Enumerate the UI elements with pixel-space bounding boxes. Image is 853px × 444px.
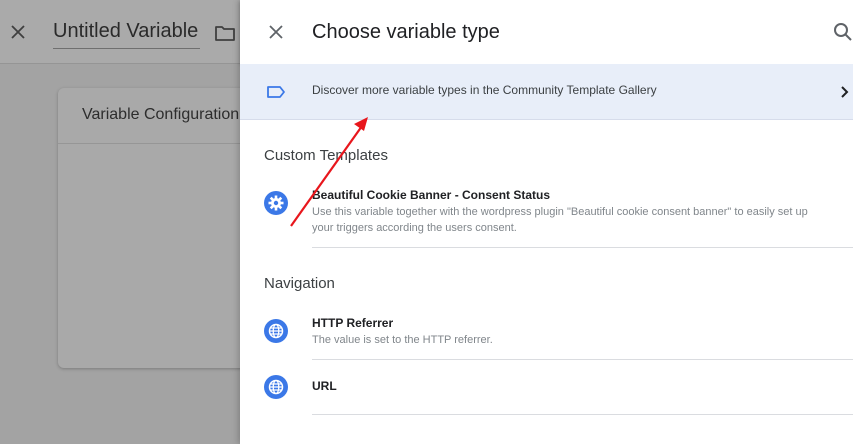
panel-title: Choose variable type bbox=[312, 21, 500, 43]
section-title-navigation: Navigation bbox=[264, 275, 335, 292]
panel-header: Choose variable type bbox=[240, 0, 853, 64]
choose-variable-type-panel: Choose variable type Discover more varia… bbox=[240, 0, 853, 444]
list-item-http-referrer[interactable]: HTTP Referrer The value is set to the HT… bbox=[240, 312, 853, 360]
item-description: The value is set to the HTTP referrer. bbox=[312, 334, 493, 346]
list-item-beautiful-cookie-banner[interactable]: Beautiful Cookie Banner - Consent Status… bbox=[240, 184, 853, 248]
gear-icon bbox=[264, 191, 288, 215]
folder-icon[interactable] bbox=[213, 21, 237, 45]
variable-configuration-card: Variable Configuration bbox=[58, 88, 258, 368]
section-title-custom-templates: Custom Templates bbox=[264, 147, 388, 164]
item-title: URL bbox=[312, 379, 337, 393]
list-item-url[interactable]: URL bbox=[240, 375, 853, 415]
chevron-right-icon bbox=[836, 80, 852, 104]
item-description: Use this variable together with the word… bbox=[312, 206, 808, 234]
item-title: HTTP Referrer bbox=[312, 316, 394, 330]
close-icon[interactable] bbox=[6, 20, 30, 44]
search-icon[interactable] bbox=[831, 20, 853, 44]
variable-name-underline bbox=[53, 48, 200, 49]
variable-name-field[interactable]: Untitled Variable bbox=[53, 20, 198, 43]
label-tag-icon bbox=[264, 80, 288, 104]
globe-icon bbox=[264, 319, 288, 343]
item-divider bbox=[312, 414, 853, 415]
card-divider bbox=[58, 143, 258, 144]
card-title: Variable Configuration bbox=[82, 106, 240, 123]
gallery-link-text: Discover more variable types in the Comm… bbox=[312, 83, 657, 97]
community-template-gallery-link[interactable]: Discover more variable types in the Comm… bbox=[240, 64, 853, 120]
item-divider bbox=[312, 359, 853, 360]
item-title: Beautiful Cookie Banner - Consent Status bbox=[312, 188, 551, 202]
globe-icon bbox=[264, 375, 288, 399]
close-panel-button[interactable] bbox=[264, 20, 288, 44]
item-divider bbox=[312, 247, 853, 248]
